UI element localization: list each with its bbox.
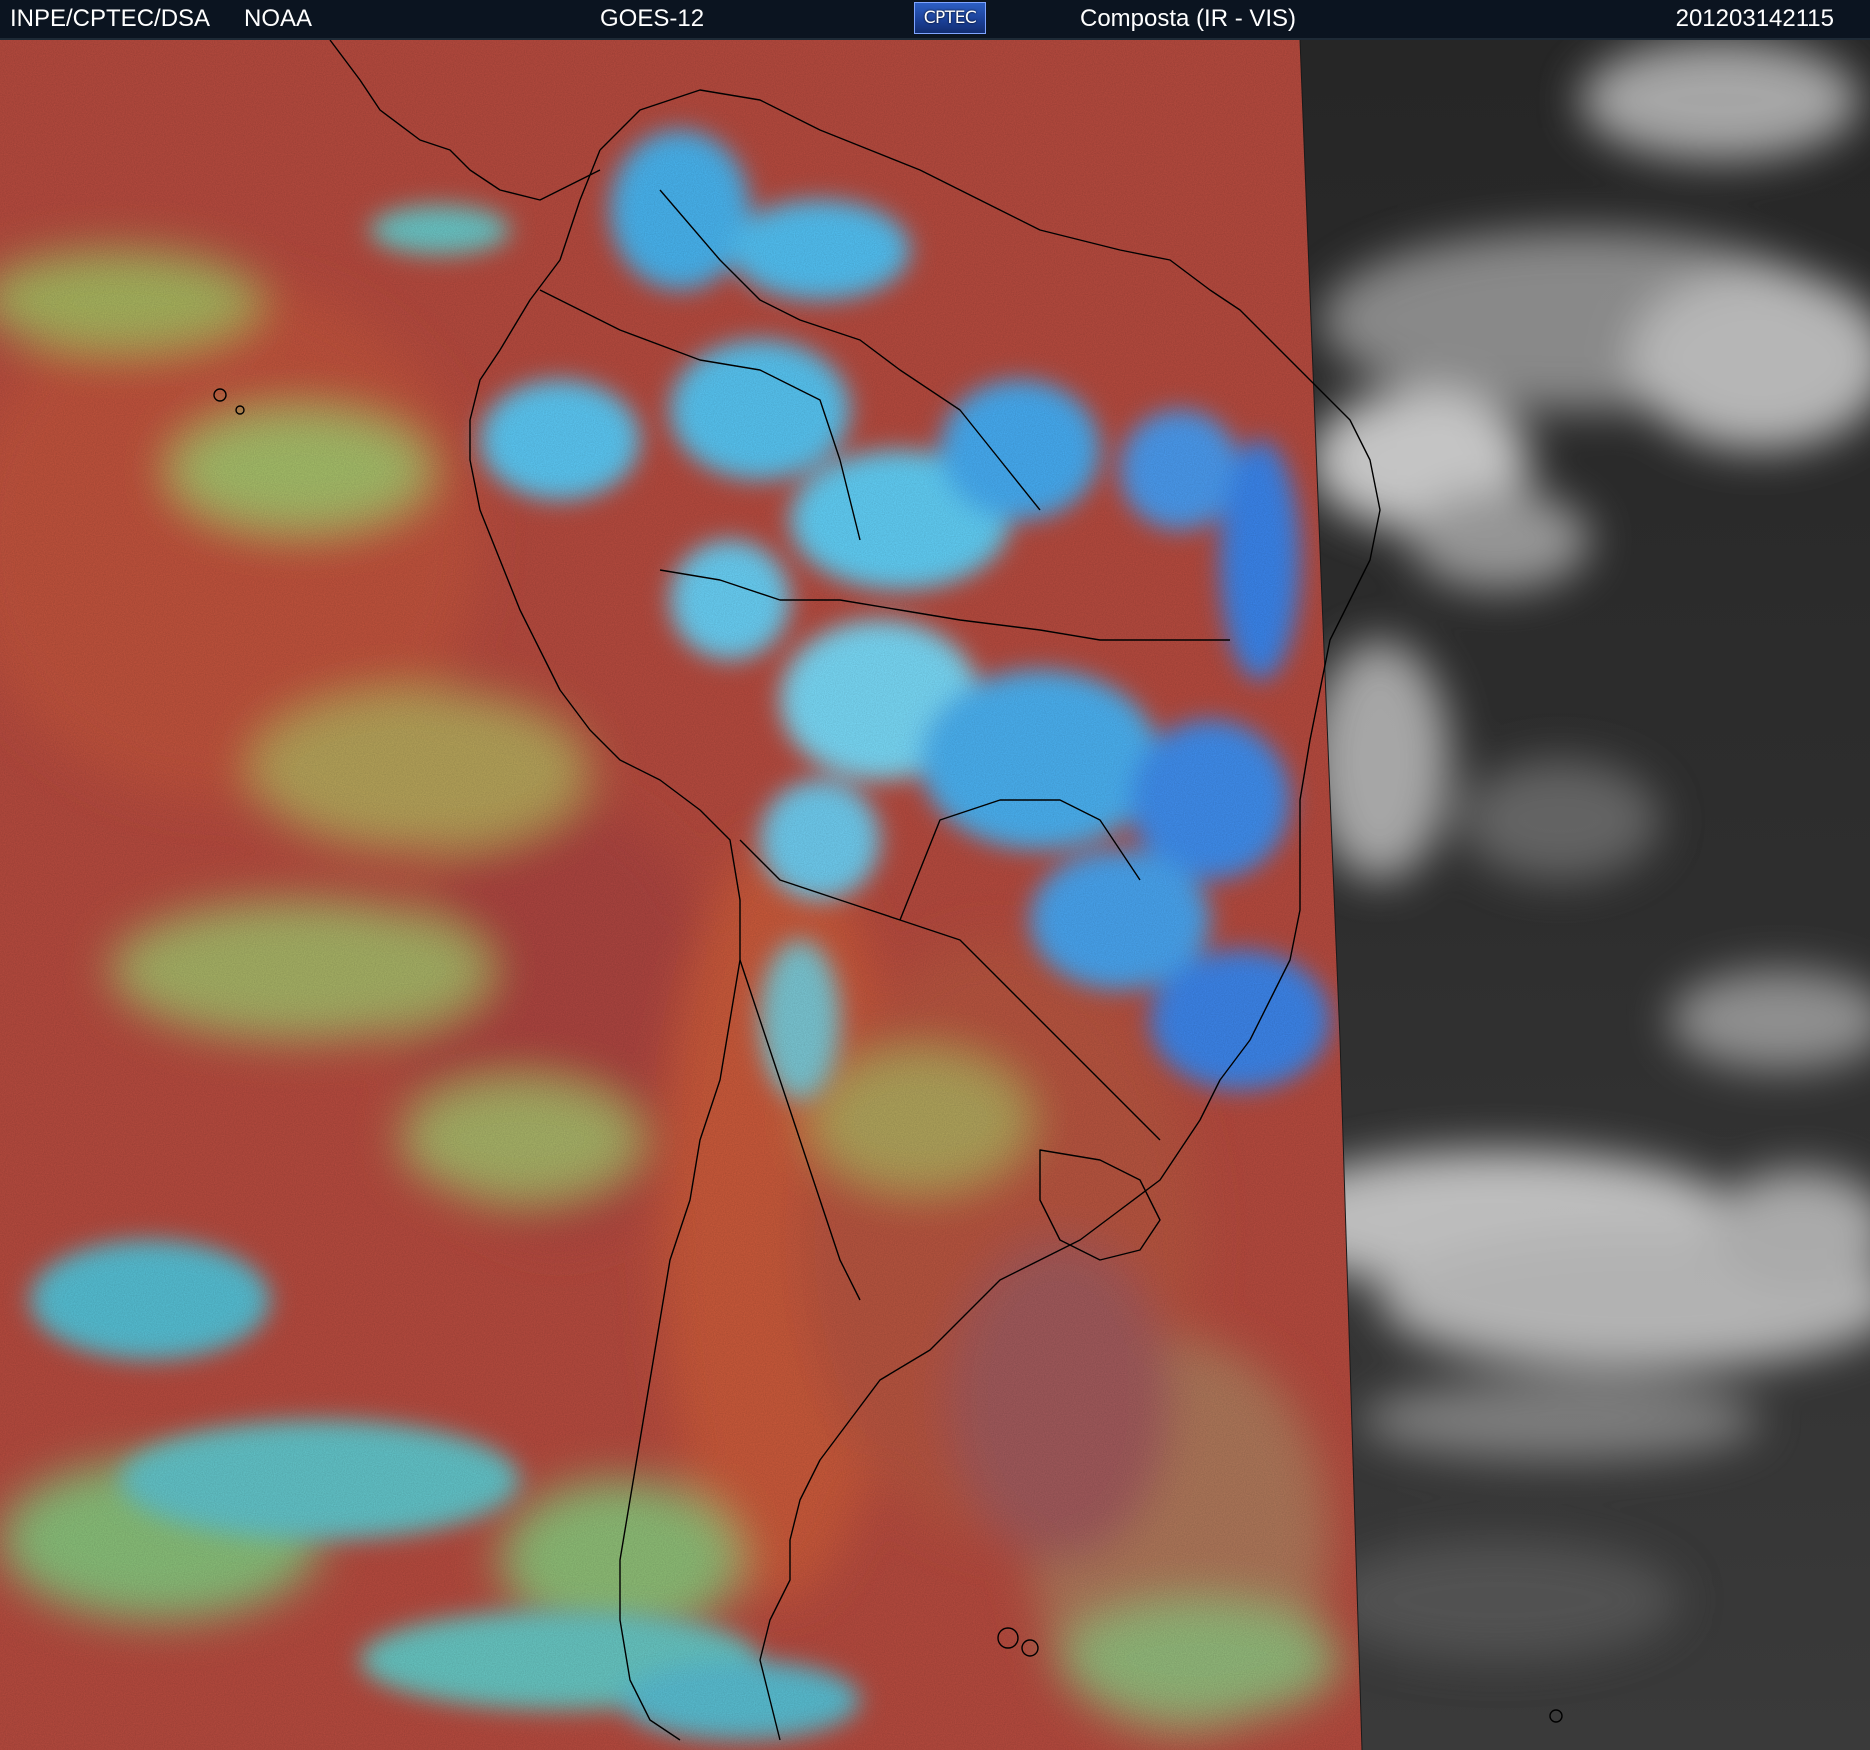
- cptec-logo-text: CPTEC: [923, 8, 977, 28]
- cptec-logo: CPTEC: [914, 2, 986, 34]
- imagery-canvas: [0, 40, 1870, 1750]
- ir-region: [0, 40, 1362, 1750]
- timestamp-label: 201203142115: [1675, 5, 1834, 32]
- organization-label: NOAA: [244, 5, 313, 32]
- agency-label: INPE/CPTEC/DSA: [10, 5, 211, 32]
- product-label: Composta (IR - VIS): [1080, 5, 1297, 32]
- satellite-image-viewer: INPE/CPTEC/DSA NOAA GOES-12 CPTEC Compos…: [0, 0, 1870, 1750]
- header-bar: INPE/CPTEC/DSA NOAA GOES-12 CPTEC Compos…: [0, 0, 1870, 40]
- satellite-label: GOES-12: [600, 5, 705, 32]
- satellite-imagery: [0, 40, 1870, 1750]
